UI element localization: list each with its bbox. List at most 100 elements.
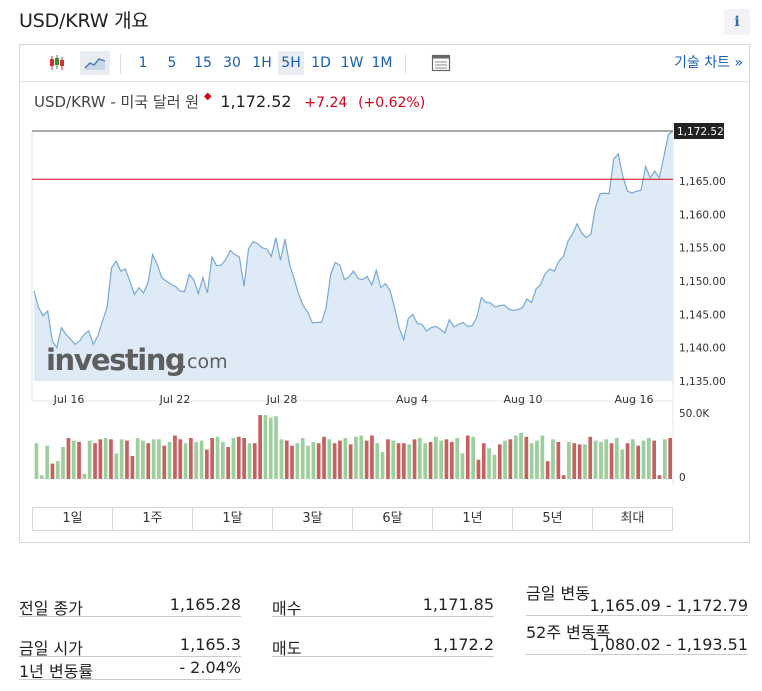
- stat-value: - 2.04%: [179, 658, 241, 677]
- volume-bar: [39, 475, 44, 479]
- volume-bar: [295, 443, 300, 479]
- stat-value: 1,080.02 - 1,193.51: [589, 635, 748, 654]
- volume-bar: [205, 449, 209, 479]
- volume-bar: [45, 445, 49, 479]
- volume-bar: [481, 443, 486, 479]
- volume-bar: [450, 441, 454, 479]
- volume-bar: [503, 440, 507, 479]
- page-title: USD/KRW 개요: [19, 10, 149, 32]
- volume-bar: [125, 440, 129, 479]
- range-1m[interactable]: 1달: [192, 507, 273, 531]
- y-tick-label: 1,135.00: [679, 376, 726, 388]
- stat-ask: 매도 1,172.2: [272, 635, 494, 658]
- volume-bar: [455, 438, 459, 479]
- volume-bar: [82, 473, 87, 479]
- x-tick-label: Aug 4: [396, 393, 428, 406]
- stat-prev-close: 전일 종가 1,165.28: [19, 595, 241, 618]
- volume-bar: [524, 436, 529, 479]
- volume-bar: [157, 439, 161, 479]
- volume-bar: [588, 436, 593, 479]
- volume-bar: [290, 445, 294, 479]
- volume-bar: [418, 438, 422, 479]
- volume-bar: [215, 436, 220, 479]
- volume-min-label: 0: [679, 472, 686, 484]
- volume-bar: [364, 440, 369, 479]
- volume-bar: [236, 436, 241, 479]
- volume-bar: [210, 438, 214, 479]
- volume-bar: [668, 438, 672, 479]
- volume-bar: [98, 439, 103, 479]
- volume-bar: [535, 440, 539, 479]
- volume-bar: [577, 444, 582, 479]
- volume-bar: [465, 435, 470, 479]
- range-1d[interactable]: 1일: [32, 507, 113, 531]
- volume-bar: [141, 440, 145, 479]
- range-1y[interactable]: 1년: [432, 507, 513, 531]
- volume-bar: [322, 436, 326, 479]
- volume-bar: [513, 435, 518, 479]
- stat-value: 1,171.85: [422, 595, 494, 614]
- volume-bar: [609, 443, 614, 479]
- range-1w[interactable]: 1주: [112, 507, 193, 531]
- volume-bar: [396, 443, 401, 479]
- volume-bar: [34, 443, 39, 479]
- volume-bar: [567, 441, 571, 479]
- volume-bar: [375, 443, 380, 479]
- volume-bar: [71, 440, 76, 479]
- volume-bar: [380, 452, 385, 479]
- volume-bar: [386, 439, 390, 479]
- stat-open: 금일 시가 1,165.3: [19, 635, 241, 658]
- range-max[interactable]: 최대: [592, 507, 673, 531]
- volume-bar: [652, 440, 656, 479]
- volume-bar: [439, 440, 443, 479]
- stat-label: 금일 변동: [526, 584, 590, 603]
- x-tick-label: Jul 28: [266, 393, 298, 406]
- volume-bar: [529, 443, 534, 479]
- volume-bar: [615, 438, 619, 479]
- volume-bar: [226, 447, 230, 479]
- volume-bar: [61, 447, 65, 479]
- range-6m[interactable]: 6달: [352, 507, 433, 531]
- volume-bar: [50, 463, 55, 479]
- volume-bar: [391, 440, 396, 479]
- volume-bar: [561, 475, 566, 479]
- volume-bar: [194, 441, 198, 479]
- volume-bar: [460, 453, 465, 479]
- volume-max-label: 50.0K: [679, 408, 710, 420]
- chart-panel: 1 5 15 30 1H 5H 1D 1W 1M 기술 차트 » USD/KRW…: [19, 44, 750, 543]
- volume-bar: [348, 444, 353, 479]
- price-chart[interactable]: 1,172.52 1,135.00 1,140.00 1,145.00 1,150.00…: [20, 45, 749, 505]
- volume-bar: [636, 445, 640, 479]
- volume-bar: [604, 439, 609, 479]
- stat-label: 1년 변동률: [19, 662, 94, 681]
- volume-bar: [556, 441, 561, 479]
- volume-bar: [109, 439, 113, 479]
- x-tick-label: Jul 16: [53, 393, 85, 406]
- volume-bar: [77, 441, 81, 479]
- y-tick-label: 1,150.00: [679, 276, 726, 288]
- stat-label: 금일 시가: [19, 639, 83, 658]
- volume-bar: [338, 440, 342, 479]
- volume-bar: [151, 439, 156, 479]
- volume-bar: [492, 454, 497, 479]
- volume-bar: [625, 443, 630, 479]
- info-icon[interactable]: i: [724, 9, 750, 35]
- x-tick-label: Jul 22: [159, 393, 191, 406]
- volume-bar: [423, 443, 427, 479]
- volume-bar: [428, 441, 433, 479]
- range-5y[interactable]: 5년: [512, 507, 593, 531]
- last-price-label: 1,172.52: [677, 126, 724, 138]
- volume-bar: [55, 461, 60, 479]
- volume-bar: [359, 435, 364, 479]
- volume-bar: [162, 445, 167, 479]
- y-tick-label: 1,145.00: [679, 309, 726, 321]
- range-3m[interactable]: 3달: [272, 507, 353, 531]
- volume-bar: [119, 439, 124, 479]
- x-tick-label: Aug 10: [504, 393, 543, 406]
- volume-bar: [476, 459, 481, 479]
- volume-bar: [247, 443, 252, 479]
- volume-bar: [545, 461, 550, 479]
- stat-change-1y: 1년 변동률 - 2.04%: [19, 658, 241, 681]
- volume-bar: [146, 443, 151, 479]
- y-tick-label: 1,160.00: [679, 209, 726, 221]
